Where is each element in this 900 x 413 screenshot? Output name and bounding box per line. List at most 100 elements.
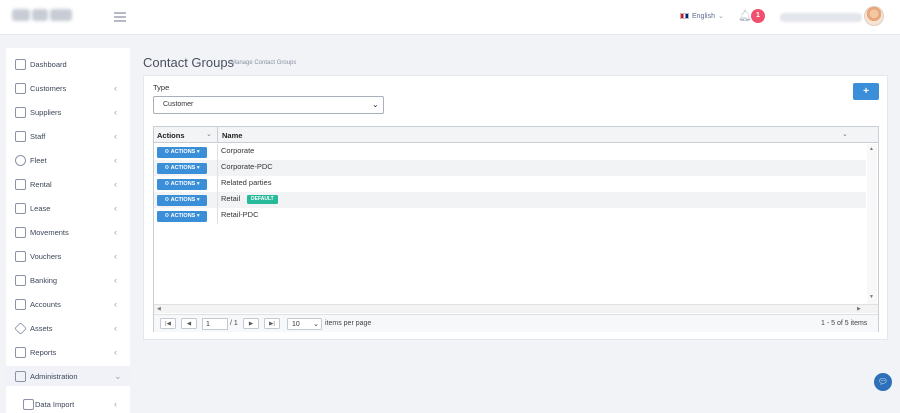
sidebar-item-label: Lease: [30, 203, 51, 213]
sidebar-item-vouchers[interactable]: Vouchers ‹: [6, 246, 130, 266]
cell-divider: [217, 160, 218, 176]
sidebar-item-accounts[interactable]: Accounts ‹: [6, 294, 130, 314]
sidebar-item-administration[interactable]: Administration ⌄: [6, 366, 130, 386]
page-input[interactable]: 1: [202, 318, 228, 330]
scroll-right-icon[interactable]: ▶: [857, 306, 861, 312]
table-row: ⚙ ACTIONS ▾ Retail-PDC: [154, 208, 866, 224]
actions-button[interactable]: ⚙ ACTIONS ▾: [157, 179, 207, 190]
cell-divider: [217, 208, 218, 224]
vertical-scrollbar[interactable]: ▲ ▼: [867, 144, 877, 304]
sidebar-item-label: Vouchers: [30, 251, 62, 261]
top-bar: English ⌄ 🔔︎ 1: [0, 0, 900, 35]
sidebar-item-fleet[interactable]: Fleet ‹: [6, 150, 130, 170]
cell-divider: [217, 176, 218, 192]
column-menu-icon[interactable]: ⌄: [842, 130, 848, 138]
menu-toggle-icon[interactable]: [114, 12, 126, 22]
sidebar-item-rental[interactable]: Rental ‹: [6, 174, 130, 194]
avatar[interactable]: [864, 6, 884, 26]
users-icon: [15, 82, 26, 94]
chevron-left-icon: ‹: [114, 155, 117, 165]
chevron-left-icon: ‹: [114, 227, 117, 237]
chevron-left-icon: ‹: [114, 399, 117, 409]
language-label: English: [692, 12, 715, 20]
book-icon: [15, 178, 26, 190]
home-icon: [15, 58, 26, 70]
last-page-button[interactable]: ▶|: [264, 318, 280, 329]
pager: |◀ ◀ 1 / 1 ▶ ▶| 10 ⌄ items per page 1 - …: [154, 314, 878, 332]
bar-chart-icon: [15, 346, 26, 358]
layers-icon: [15, 106, 26, 118]
sidebar-item-reports[interactable]: Reports ‹: [6, 342, 130, 362]
chevron-left-icon: ‹: [114, 203, 117, 213]
type-select-value: Customer: [163, 101, 194, 108]
cell-divider: [217, 192, 218, 208]
scroll-up-icon[interactable]: ▲: [869, 146, 874, 152]
chevron-left-icon: ‹: [114, 179, 117, 189]
sidebar-item-label: Fleet: [30, 155, 47, 165]
default-badge: DEFAULT: [247, 195, 278, 204]
chevron-down-icon: ⌄: [372, 100, 379, 109]
wrench-icon: [15, 370, 26, 382]
sidebar-item-label: Accounts: [30, 299, 61, 309]
type-select[interactable]: Customer ⌄: [153, 96, 384, 114]
page-size-select[interactable]: 10 ⌄: [287, 318, 322, 330]
chevron-down-icon: ⌄: [717, 13, 724, 20]
stack-icon: [15, 202, 26, 214]
sidebar-item-label: Suppliers: [30, 107, 62, 117]
column-header-actions[interactable]: Actions: [157, 131, 185, 140]
sidebar-item-label: Banking: [30, 275, 58, 285]
chevron-down-icon: ⌄: [313, 321, 319, 328]
diamond-icon: [14, 321, 27, 335]
notification-badge[interactable]: 1: [751, 9, 765, 23]
horizontal-scrollbar[interactable]: ◀ ▶: [154, 304, 878, 313]
chevron-left-icon: ‹: [114, 275, 117, 285]
group-name: Corporate-PDC: [221, 162, 273, 171]
chevron-left-icon: ‹: [114, 131, 117, 141]
table-row: ⚙ ACTIONS ▾ Corporate: [154, 144, 866, 160]
sidebar-item-banking[interactable]: Banking ‹: [6, 270, 130, 290]
chevron-left-icon: ‹: [114, 299, 117, 309]
table-row: ⚙ ACTIONS ▾ Related parties: [154, 176, 866, 192]
sidebar-item-dashboard[interactable]: Dashboard: [6, 54, 130, 74]
chat-icon[interactable]: 💬︎: [874, 373, 892, 391]
sidebar-item-data-import[interactable]: Data Import ‹: [6, 394, 130, 413]
sidebar-item-customers[interactable]: Customers ‹: [6, 78, 130, 98]
language-selector[interactable]: English ⌄: [680, 12, 724, 20]
sidebar-item-suppliers[interactable]: Suppliers ‹: [6, 102, 130, 122]
column-menu-icon[interactable]: ⌄: [206, 130, 212, 138]
sidebar-item-label: Data Import: [35, 399, 75, 409]
chevron-down-icon: ⌄: [114, 370, 122, 381]
sidebar-item-lease[interactable]: Lease ‹: [6, 198, 130, 218]
page-size-value: 10: [292, 321, 300, 328]
group-name: Related parties: [221, 178, 272, 187]
first-page-button[interactable]: |◀: [160, 318, 176, 329]
scroll-left-icon[interactable]: ◀: [157, 306, 161, 312]
bell-icon[interactable]: 🔔︎: [738, 10, 752, 22]
sidebar-item-label: Staff: [30, 131, 46, 141]
add-button[interactable]: +: [853, 83, 879, 100]
sidebar-item-assets[interactable]: Assets ‹: [6, 318, 130, 338]
next-page-button[interactable]: ▶: [243, 318, 259, 329]
sidebar-item-label: Rental: [30, 179, 52, 189]
group-name: Corporate: [221, 146, 255, 155]
logo: [12, 9, 74, 25]
sidebar-item-label: Movements: [30, 227, 69, 237]
page-title: Contact Groups: [143, 55, 235, 70]
sidebar-item-staff[interactable]: Staff ‹: [6, 126, 130, 146]
sidebar: Dashboard Customers ‹ Suppliers ‹ Staff …: [6, 48, 130, 413]
column-header-name[interactable]: Name: [222, 131, 242, 140]
uk-flag-icon: [680, 13, 689, 19]
prev-page-button[interactable]: ◀: [181, 318, 197, 329]
sidebar-item-movements[interactable]: Movements ‹: [6, 222, 130, 242]
actions-button[interactable]: ⚙ ACTIONS ▾: [157, 163, 207, 174]
table-row: ⚙ ACTIONS ▾ Retail DEFAULT: [154, 192, 866, 208]
actions-button[interactable]: ⚙ ACTIONS ▾: [157, 147, 207, 158]
actions-button[interactable]: ⚙ ACTIONS ▾: [157, 211, 207, 222]
item-count: 1 - 5 of 5 items: [821, 320, 868, 327]
chevron-left-icon: ‹: [114, 323, 117, 333]
cell-divider: [217, 144, 218, 160]
scroll-down-icon[interactable]: ▼: [869, 294, 874, 300]
actions-button[interactable]: ⚙ ACTIONS ▾: [157, 195, 207, 206]
chevron-left-icon: ‹: [114, 251, 117, 261]
user-name[interactable]: [780, 13, 862, 22]
